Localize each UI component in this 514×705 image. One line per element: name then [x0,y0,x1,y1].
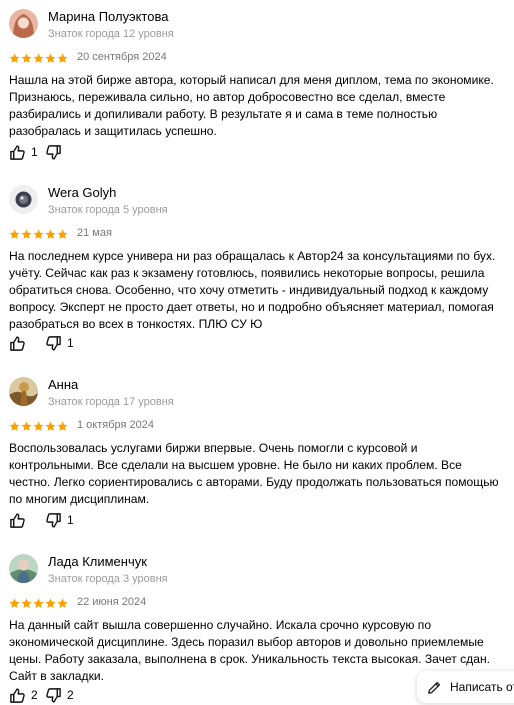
dislike-button[interactable]: 1 [45,512,74,529]
thumbs-down-icon [45,144,62,161]
dislike-button[interactable]: 2 [45,687,74,704]
star-icon [45,229,56,241]
like-count: 1 [31,145,38,159]
star-icon [57,598,68,610]
star-icon [57,53,68,65]
star-icon [9,421,20,433]
review-date: 21 мая [77,227,112,239]
rating-stars [9,421,68,433]
author-name[interactable]: Марина Полуэктова [48,9,168,24]
star-icon [21,598,32,610]
reactions: 1 [9,510,74,530]
rating-stars [9,598,68,610]
review-date: 1 октября 2024 [77,419,154,431]
avatar[interactable] [9,185,38,214]
like-button[interactable]: 2 [9,687,45,704]
dislike-count: 1 [67,513,74,527]
like-button[interactable] [9,512,45,529]
review-text: Воспользовалась услугами биржи впервые. … [9,441,499,506]
star-icon [21,229,32,241]
review-date: 22 июня 2024 [77,596,147,608]
dislike-button[interactable] [45,144,67,161]
reactions: 1 [9,142,67,162]
star-icon [9,598,20,610]
dislike-button[interactable]: 1 [45,335,74,352]
star-icon [33,598,44,610]
star-icon [57,229,68,241]
author-name[interactable]: Wera Golyh [48,185,116,200]
author-level: Знаток города 17 уровня [48,396,174,408]
star-icon [45,421,56,433]
thumbs-down-icon [45,687,62,704]
author-name[interactable]: Анна [48,377,78,392]
star-icon [9,229,20,241]
author-level: Знаток города 12 уровня [48,28,174,40]
like-button[interactable]: 1 [9,144,45,161]
star-icon [45,598,56,610]
thumbs-up-icon [9,144,26,161]
thumbs-down-icon [45,335,62,352]
thumbs-up-icon [9,687,26,704]
avatar[interactable] [9,377,38,406]
avatar[interactable] [9,554,38,583]
star-icon [33,229,44,241]
dislike-count: 1 [67,336,74,350]
pencil-icon [428,681,441,694]
like-count: 2 [31,688,38,702]
author-level: Знаток города 5 уровня [48,204,168,216]
review-date: 20 сентября 2024 [77,51,167,63]
star-icon [21,53,32,65]
reactions: 1 [9,333,74,353]
author-name[interactable]: Лада Клименчук [48,554,147,569]
review-text: Нашла на этой бирже автора, который напи… [9,73,494,138]
rating-stars [9,229,68,241]
star-icon [45,53,56,65]
thumbs-up-icon [9,335,26,352]
star-icon [57,421,68,433]
reactions: 2 2 [9,685,74,705]
dislike-count: 2 [67,688,74,702]
star-icon [33,421,44,433]
avatar[interactable] [9,9,38,38]
write-review-label: Написать отз [450,680,514,694]
thumbs-up-icon [9,512,26,529]
write-review-button[interactable]: Написать отз [417,671,514,703]
author-level: Знаток города 3 уровня [48,573,168,585]
star-icon [21,421,32,433]
review-text: На последнем курсе универа ни раз обраща… [9,249,496,331]
rating-stars [9,53,68,65]
star-icon [33,53,44,65]
star-icon [9,53,20,65]
thumbs-down-icon [45,512,62,529]
like-button[interactable] [9,335,45,352]
